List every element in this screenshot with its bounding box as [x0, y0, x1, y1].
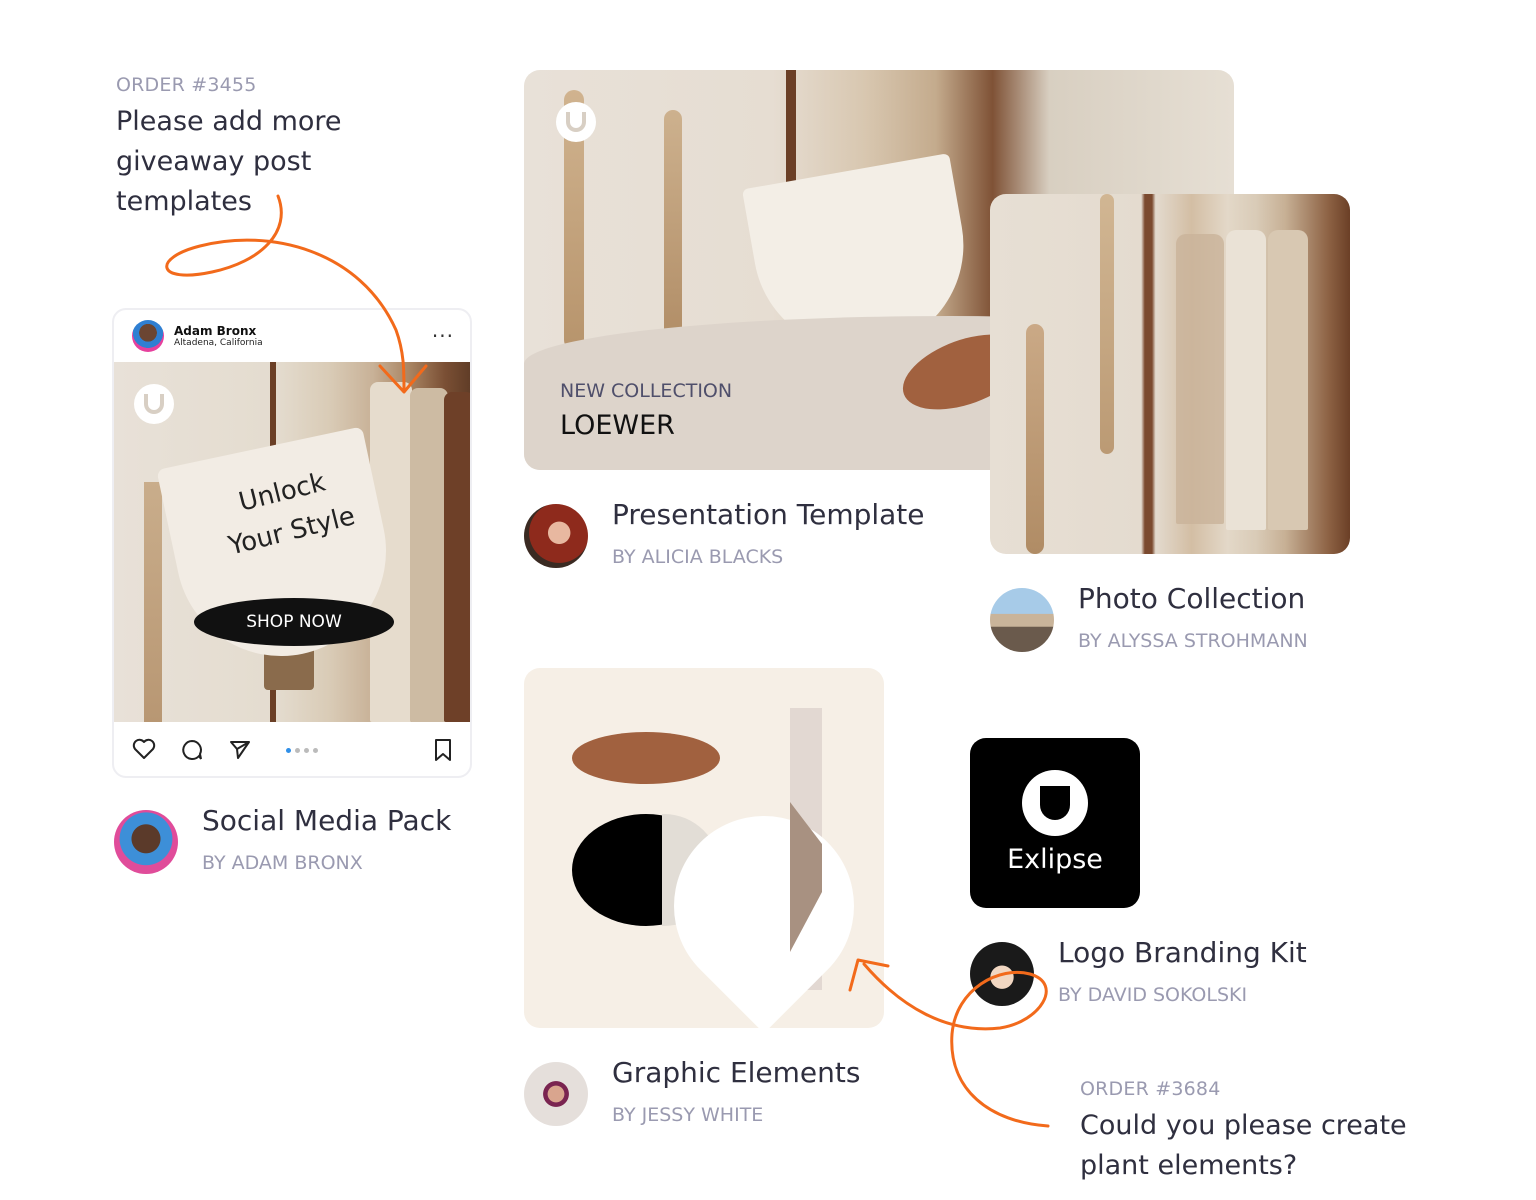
- order-line: Please add more: [116, 106, 342, 137]
- order-note-3455: ORDER #3455 Please add more giveaway pos…: [116, 74, 436, 222]
- author-avatar[interactable]: [114, 810, 178, 874]
- graphic-elements-card[interactable]: [524, 668, 884, 1028]
- card-title-social[interactable]: Social Media Pack: [202, 804, 451, 837]
- carousel-dots: [286, 748, 318, 753]
- card-author-photo: BY ALYSSA STROHMANN: [1078, 630, 1308, 652]
- card-title-presentation[interactable]: Presentation Template: [612, 498, 925, 531]
- brand-logo-icon: [134, 384, 174, 424]
- banner-subtitle: NEW COLLECTION: [560, 380, 733, 402]
- brand-logo-icon: [1022, 770, 1088, 836]
- bookmark-icon[interactable]: [432, 738, 454, 762]
- order-message: Could you please create plant elements?: [1080, 1106, 1520, 1186]
- order-number: ORDER #3684: [1080, 1078, 1221, 1100]
- banner-title: LOEWER: [560, 410, 675, 441]
- heart-icon[interactable]: [132, 738, 156, 760]
- author-avatar[interactable]: [990, 588, 1054, 652]
- card-author-graphic: BY JESSY WHITE: [612, 1104, 764, 1126]
- post-image: Unlock Your Style SHOP NOW: [114, 362, 470, 722]
- order-number: ORDER #3455: [116, 74, 257, 96]
- order-line: giveaway post: [116, 146, 312, 177]
- post-user-name[interactable]: Adam Bronx: [174, 324, 263, 338]
- post-header: Adam Bronx Altadena, California ···: [114, 310, 470, 362]
- more-icon[interactable]: ···: [432, 324, 454, 348]
- order-note-3684: ORDER #3684 Could you please create plan…: [1080, 1078, 1520, 1186]
- card-title-logo[interactable]: Logo Branding Kit: [1058, 936, 1307, 969]
- card-title-graphic[interactable]: Graphic Elements: [612, 1056, 860, 1089]
- order-message: Please add more giveaway post templates: [116, 102, 436, 222]
- card-title-photo[interactable]: Photo Collection: [1078, 582, 1305, 615]
- card-author-presentation: BY ALICIA BLACKS: [612, 546, 784, 568]
- comment-icon[interactable]: [180, 738, 204, 762]
- shop-now-button[interactable]: SHOP NOW: [194, 598, 394, 646]
- brand-logo-icon: [556, 102, 596, 142]
- social-post-mockup[interactable]: Adam Bronx Altadena, California ··· Unlo…: [112, 308, 472, 778]
- post-user-location: Altadena, California: [174, 338, 263, 348]
- author-avatar[interactable]: [970, 942, 1034, 1006]
- photo-collection-image[interactable]: [990, 194, 1350, 554]
- brand-name: Exlipse: [1007, 844, 1103, 875]
- order-line: plant elements?: [1080, 1150, 1298, 1181]
- order-line: Could you please create: [1080, 1110, 1407, 1141]
- author-avatar[interactable]: [524, 504, 588, 568]
- logo-branding-tile[interactable]: Exlipse: [970, 738, 1140, 908]
- post-actions: [114, 722, 470, 776]
- brown-ellipse: [572, 732, 720, 784]
- card-author-social: BY ADAM BRONX: [202, 852, 363, 874]
- avatar[interactable]: [132, 320, 164, 352]
- author-avatar[interactable]: [524, 1062, 588, 1126]
- send-icon[interactable]: [228, 738, 252, 762]
- order-line: templates: [116, 186, 252, 217]
- card-author-logo: BY DAVID SOKOLSKI: [1058, 984, 1248, 1006]
